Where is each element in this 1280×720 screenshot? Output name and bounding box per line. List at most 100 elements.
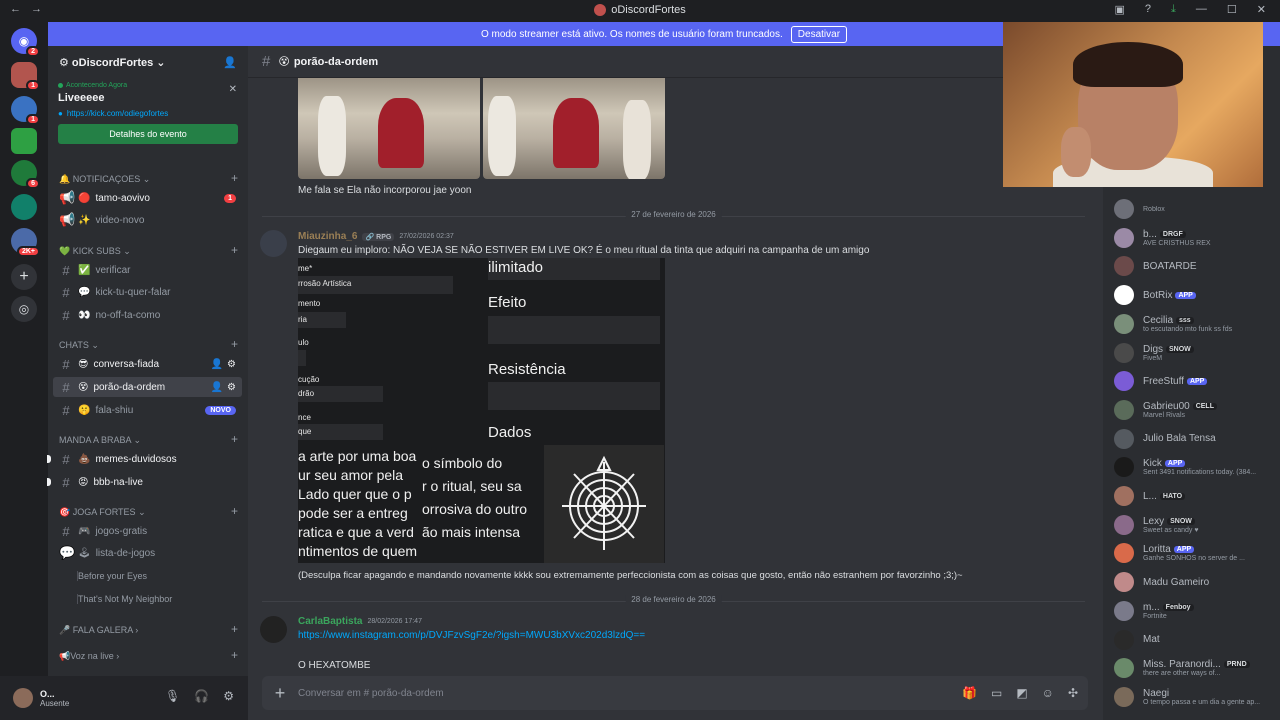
category-notificacoes[interactable]: 🔔 NOTIFICAÇOES ⌄ +: [59, 172, 238, 185]
member-item[interactable]: Cecilia sss to escutando mto funk ss fds: [1114, 311, 1274, 337]
gift-icon[interactable]: 🎁: [962, 686, 977, 700]
add-channel-icon[interactable]: +: [231, 172, 238, 185]
avatar[interactable]: [1114, 313, 1134, 334]
help-icon[interactable]: ?: [1145, 3, 1151, 16]
download-icon[interactable]: ⤓: [1171, 3, 1176, 16]
member-item[interactable]: b... DRGF AVE CRISTHUS REX: [1114, 225, 1274, 251]
invite-icon[interactable]: 👤: [211, 359, 223, 370]
server-icon[interactable]: [11, 194, 37, 220]
avatar[interactable]: [13, 688, 33, 708]
avatar[interactable]: [1114, 572, 1134, 593]
member-item[interactable]: Naegi O tempo passa e um dia a gente ap..…: [1114, 684, 1274, 710]
avatar[interactable]: [1114, 457, 1134, 478]
member-item[interactable]: m... Fenboy Fortnite: [1114, 598, 1274, 624]
avatar[interactable]: [1114, 227, 1134, 248]
server-icon[interactable]: 2K+: [11, 228, 40, 257]
member-item[interactable]: L... HATO: [1114, 483, 1274, 509]
invite-icon[interactable]: 👤: [223, 56, 237, 69]
server-header[interactable]: ⚙ oDiscordFortes ⌄ 👤: [48, 46, 248, 78]
channel-video-novo[interactable]: 📢 ✨ video-novo: [53, 210, 242, 230]
channel-porao-da-ordem[interactable]: # 😵 porão-da-ordem 👤 ⚙: [53, 377, 242, 397]
event-details-button[interactable]: Detalhes do evento: [58, 124, 238, 144]
discord-home-icon[interactable]: ◉ 2: [11, 28, 40, 57]
member-item[interactable]: Kick APP Sent 3491 notifications today. (3…: [1114, 454, 1274, 480]
channel-no-off-ta-como[interactable]: # 👀 no-off-ta-como: [53, 305, 242, 325]
add-channel-icon[interactable]: +: [231, 338, 238, 351]
user-info[interactable]: O... Ausente: [40, 689, 69, 708]
add-server-icon[interactable]: +: [11, 264, 37, 290]
channel-tamo-aovivo[interactable]: 📢 🔴 tamo-aovivo 1: [53, 188, 242, 208]
category-chats[interactable]: CHATS ⌄ +: [59, 338, 238, 351]
server-icon[interactable]: 1: [11, 96, 40, 125]
add-channel-icon[interactable]: +: [231, 433, 238, 446]
headphones-icon[interactable]: 🎧: [194, 689, 209, 703]
add-channel-icon[interactable]: +: [231, 649, 238, 662]
author-name[interactable]: CarlaBaptista: [298, 616, 362, 627]
thread-item[interactable]: Before your Eyes: [77, 571, 147, 581]
disable-streamer-mode-button[interactable]: Desativar: [790, 25, 848, 43]
avatar[interactable]: [1114, 600, 1134, 621]
channel-bbb-na-live[interactable]: # 😡 bbb-na-live: [47, 472, 242, 492]
gear-icon[interactable]: ⚙: [227, 382, 236, 393]
channel-memes-duvidosos[interactable]: # 💩 memes-duvidosos: [47, 449, 242, 469]
member-item[interactable]: Madu Gameiro: [1114, 569, 1274, 595]
invite-icon[interactable]: 👤: [211, 382, 223, 393]
category-fala-galera[interactable]: 🎤 FALA GALERA › +: [59, 623, 238, 636]
member-item[interactable]: Loritta APP Ganhe SONHOS no server de ...: [1114, 540, 1274, 566]
author-name[interactable]: Miauzinha_6: [298, 231, 357, 242]
avatar[interactable]: [260, 616, 287, 643]
channel-jogos-gratis[interactable]: # 🎮 jogos-gratis: [53, 521, 242, 541]
close-event-icon[interactable]: ✕: [229, 84, 237, 95]
member-item[interactable]: BotRix APP: [1114, 282, 1274, 308]
member-item[interactable]: BOATARDE: [1114, 253, 1274, 279]
avatar[interactable]: [1114, 686, 1134, 707]
close-icon[interactable]: ✕: [1257, 3, 1266, 16]
message-composer[interactable]: + Conversar em # porão-da-ordem 🎁 ▭ ◩ ☺ …: [262, 676, 1088, 710]
channel-kick-tu-quer-falar[interactable]: # 💬 kick-tu-quer-falar: [53, 282, 242, 302]
add-channel-icon[interactable]: +: [231, 505, 238, 518]
category-voz-na-live[interactable]: 📢Voz na live › +: [59, 649, 238, 662]
gif-icon[interactable]: ▭: [991, 686, 1002, 700]
gear-icon[interactable]: ⚙: [227, 359, 236, 370]
avatar[interactable]: [1114, 399, 1134, 420]
apps-icon[interactable]: ✣: [1068, 686, 1078, 700]
emoji-icon[interactable]: ☺: [1042, 686, 1054, 700]
avatar[interactable]: [1114, 285, 1134, 306]
kick-server-icon[interactable]: [11, 128, 37, 154]
character-sheet-image[interactable]: me* rrosão Artística mento ria ulo cução…: [298, 258, 665, 563]
inbox-icon[interactable]: ▣: [1115, 3, 1125, 16]
thread-item[interactable]: That's Not My Neighbor: [77, 594, 172, 604]
microphone-icon[interactable]: 🎙: [165, 689, 180, 703]
message-link[interactable]: https://www.instagram.com/p/DVJFzvSgF2e/…: [298, 630, 645, 641]
event-url-text[interactable]: https://kick.com/odiegofortes: [67, 109, 168, 118]
add-channel-icon[interactable]: +: [231, 244, 238, 257]
channel-conversa-fiada[interactable]: # 😎 conversa-fiada 👤 ⚙: [53, 354, 242, 374]
avatar[interactable]: [1114, 486, 1134, 506]
avatar[interactable]: [1114, 543, 1134, 564]
channel-fala-shiu[interactable]: # 🤫 fala-shiu NOVO: [53, 400, 242, 420]
attached-image[interactable]: [483, 78, 665, 179]
add-attachment-icon[interactable]: +: [262, 683, 298, 704]
member-item[interactable]: Roblox: [1114, 196, 1274, 222]
avatar[interactable]: [1114, 658, 1134, 679]
nav-arrows[interactable]: ←→: [10, 3, 52, 15]
category-kick-subs[interactable]: 💚 KICK SUBS ⌄ +: [59, 244, 238, 257]
category-joga-fortes[interactable]: 🎯 JOGA FORTES ⌄ +: [59, 505, 238, 518]
server-icon-odiscordfortes[interactable]: 1: [11, 62, 40, 91]
minimize-icon[interactable]: —: [1196, 3, 1207, 16]
channel-verificar[interactable]: # ✅ verificar: [53, 260, 242, 280]
avatar[interactable]: [1114, 256, 1134, 277]
composer-placeholder[interactable]: Conversar em # porão-da-ordem: [298, 688, 444, 699]
avatar[interactable]: [1114, 342, 1134, 363]
avatar[interactable]: [1114, 371, 1134, 392]
maximize-icon[interactable]: ☐: [1227, 3, 1237, 16]
sticker-icon[interactable]: ◩: [1016, 686, 1027, 700]
avatar[interactable]: [1114, 428, 1134, 449]
server-icon[interactable]: 6: [11, 160, 40, 189]
event-url[interactable]: ● https://kick.com/odiegofortes: [58, 109, 238, 118]
member-item[interactable]: Lexy SNOW Sweet as candy ♥: [1114, 512, 1274, 538]
discover-icon[interactable]: ◎: [11, 296, 37, 322]
gear-icon[interactable]: ⚙: [223, 689, 234, 703]
member-item[interactable]: Miss. Paranordi... PRND there are other wa…: [1114, 655, 1274, 681]
member-item[interactable]: Mat: [1114, 627, 1274, 653]
